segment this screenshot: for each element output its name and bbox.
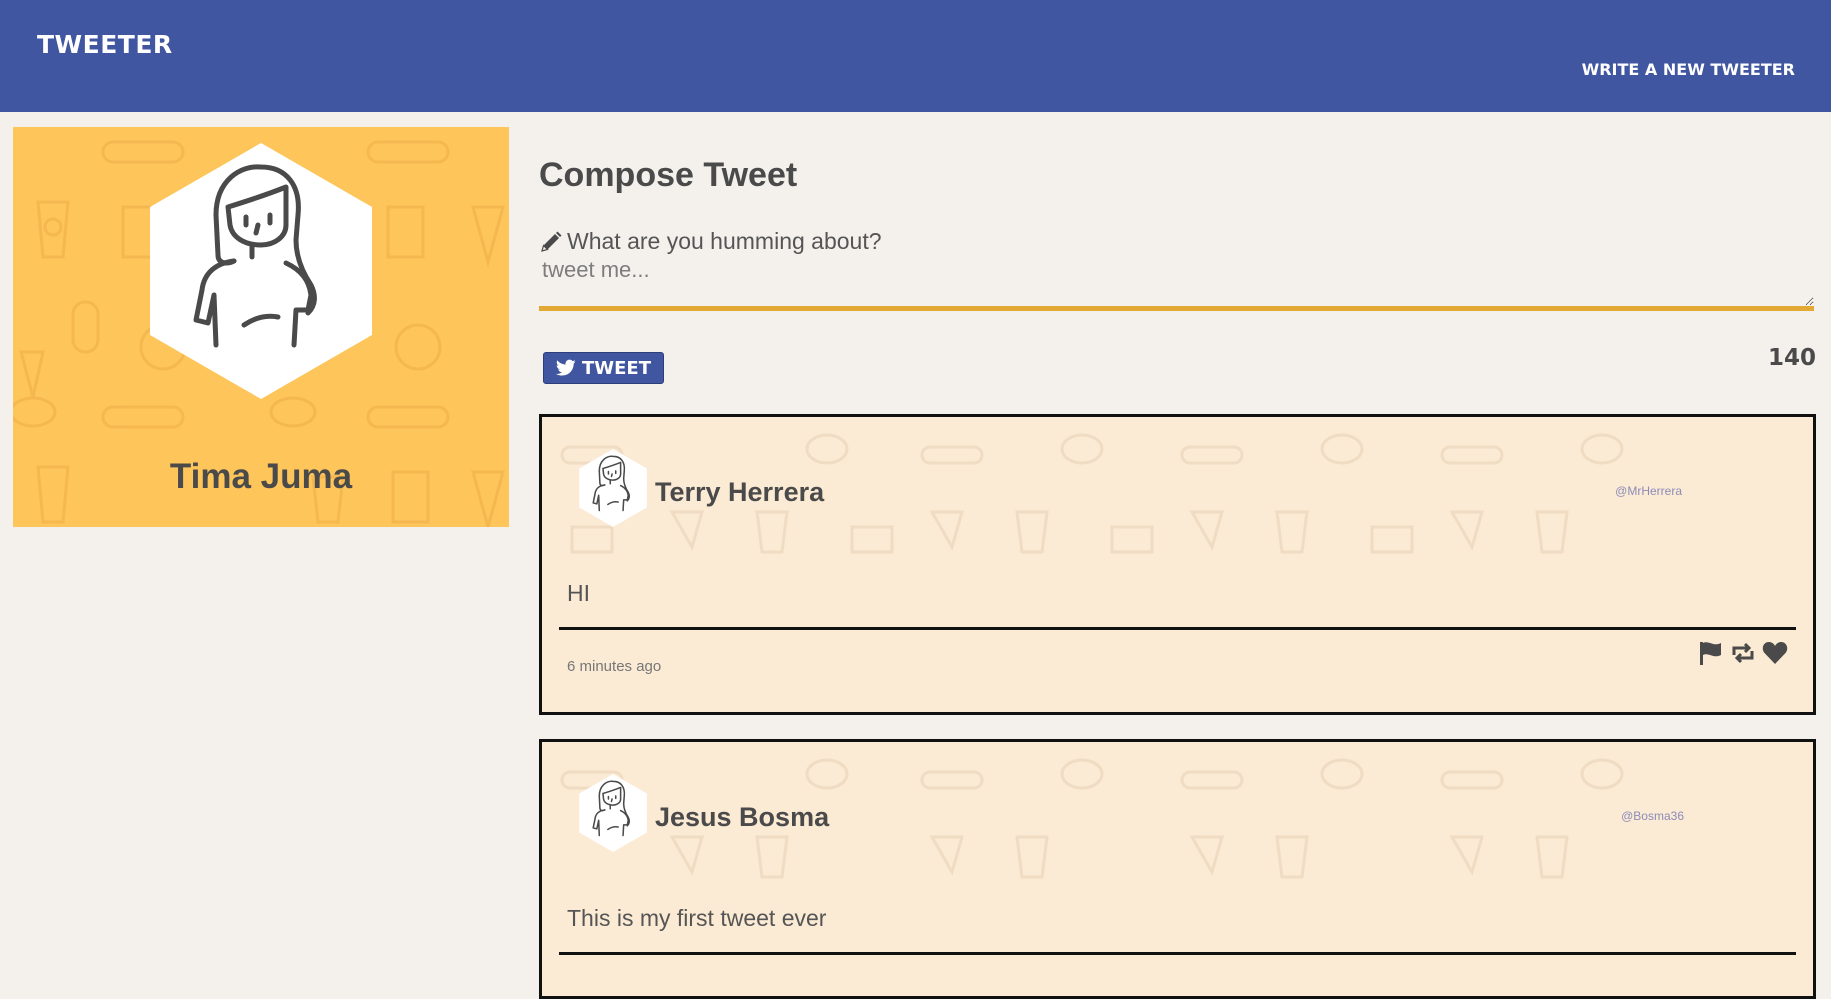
top-nav: TWEETER WRITE A NEW TWEETER <box>0 0 1831 112</box>
profile-avatar <box>150 143 372 399</box>
tweet-author-name: Jesus Bosma <box>655 802 830 832</box>
tweet-avatar <box>579 774 647 852</box>
tweet-card: Terry Herrera @MrHerrera HI 6 minutes ag… <box>539 414 1816 715</box>
food-pattern-background <box>560 758 1624 879</box>
profile-card: Tima Juma <box>13 127 509 527</box>
tweet-timestamp: 6 minutes ago <box>567 658 662 675</box>
compose-title: Compose Tweet <box>539 156 798 194</box>
tweet-card: Jesus Bosma @Bosma36 This is my first tw… <box>539 739 1816 999</box>
retweet-icon[interactable] <box>1729 639 1757 667</box>
tweet-divider <box>559 627 1796 630</box>
tweet-button-label: TWEET <box>581 357 651 379</box>
flag-icon[interactable] <box>1697 639 1725 667</box>
brand-logo[interactable]: TWEETER <box>37 30 173 59</box>
food-pattern-background <box>560 433 1624 554</box>
tweet-divider <box>559 952 1796 955</box>
profile-name: Tima Juma <box>169 457 353 496</box>
tweet-author-name: Terry Herrera <box>655 477 825 507</box>
tweet-author-handle[interactable]: @Bosma36 <box>1621 809 1684 823</box>
tweet-body: HI <box>567 580 590 606</box>
compose-label: What are you humming about? <box>539 228 882 255</box>
tweet-submit-button[interactable]: TWEET <box>543 352 664 384</box>
compose-label-text: What are you humming about? <box>567 228 882 254</box>
tweet-author-handle[interactable]: @MrHerrera <box>1615 484 1682 498</box>
char-counter: 140 <box>1767 345 1816 371</box>
write-new-tweet-link[interactable]: WRITE A NEW TWEETER <box>1582 60 1795 79</box>
tweet-avatar <box>579 449 647 527</box>
tweet-body: This is my first tweet ever <box>567 905 827 931</box>
twitter-bird-icon <box>555 359 576 376</box>
heart-icon[interactable] <box>1761 639 1789 667</box>
tweet-actions <box>1697 639 1789 667</box>
pencil-icon <box>541 231 562 252</box>
tweet-input[interactable] <box>539 255 1814 311</box>
